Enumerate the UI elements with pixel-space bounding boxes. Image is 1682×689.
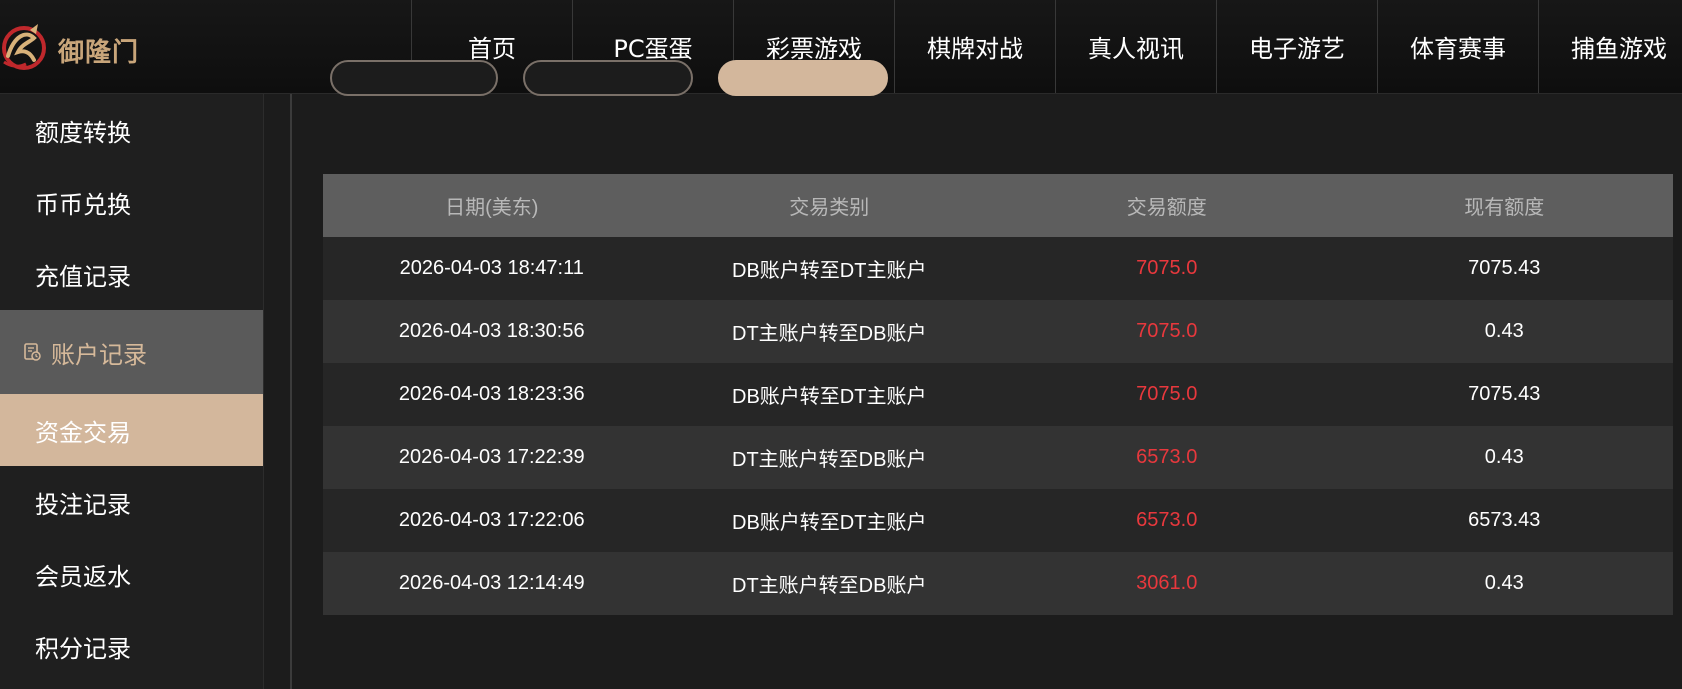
brand-name: 御隆门	[58, 38, 140, 68]
table-row: 2026-04-03 17:22:39 DT主账户转至DB账户 6573.0 0…	[323, 426, 1673, 489]
cell-amount: 3061.0	[1136, 572, 1198, 594]
column-header-date: 日期(美东)	[445, 197, 539, 219]
nav-item-card-games[interactable]: 棋牌对战	[894, 0, 1055, 93]
cell-date: 2026-04-03 18:47:11	[399, 257, 584, 279]
cell-balance: 0.43	[1484, 572, 1524, 594]
sidebar-item-label: 积分记录	[35, 634, 131, 663]
cell-amount: 6573.0	[1136, 446, 1198, 468]
sidebar-item-label: 额度转换	[35, 118, 131, 147]
cell-date: 2026-04-03 17:22:06	[398, 509, 585, 531]
cell-type: DB账户转至DT主账户	[732, 260, 927, 282]
cell-balance: 6573.43	[1468, 509, 1541, 531]
nav-item-sports[interactable]: 体育赛事	[1377, 0, 1538, 93]
cell-type: DT主账户转至DB账户	[732, 449, 927, 471]
filter-pill[interactable]	[523, 60, 693, 96]
record-icon	[24, 343, 41, 361]
sidebar-item-label: 充值记录	[35, 262, 131, 291]
sidebar-item-coin-exchange[interactable]: 币币兑换	[0, 166, 263, 238]
cell-amount: 6573.0	[1136, 509, 1198, 531]
transactions-table: 日期(美东) 交易类别 交易额度 现有额度 2026-04-03 18:47:1…	[323, 174, 1673, 615]
cell-amount: 7075.0	[1136, 320, 1198, 342]
sidebar-group-account-records[interactable]: 账户记录	[0, 310, 263, 394]
cell-type: DB账户转至DT主账户	[732, 386, 927, 408]
nav-item-live-video[interactable]: 真人视讯	[1055, 0, 1216, 93]
cell-amount: 7075.0	[1136, 383, 1198, 405]
cell-balance: 0.43	[1484, 446, 1524, 468]
table-row: 2026-04-03 18:30:56 DT主账户转至DB账户 7075.0 0…	[323, 300, 1673, 363]
sidebar-item-points-records[interactable]: 积分记录	[0, 610, 263, 682]
nav-item-slots[interactable]: 电子游艺	[1216, 0, 1377, 93]
sidebar-item-label: 资金交易	[35, 418, 131, 447]
cell-amount: 7075.0	[1136, 257, 1198, 279]
sidebar-item-label: 币币兑换	[35, 190, 131, 219]
sidebar-item-member-rebate[interactable]: 会员返水	[0, 538, 263, 610]
cell-date: 2026-04-03 18:30:56	[398, 320, 585, 342]
sidebar-item-bet-records[interactable]: 投注记录	[0, 466, 263, 538]
sidebar-group-label: 账户记录	[51, 340, 147, 369]
column-header-balance: 现有额度	[1464, 197, 1545, 219]
filter-pill-selected[interactable]	[718, 60, 888, 96]
cell-type: DT主账户转至DB账户	[732, 323, 927, 345]
cell-date: 2026-04-03 12:14:49	[398, 572, 585, 594]
table-header-row: 日期(美东) 交易类别 交易额度 现有额度	[323, 174, 1673, 237]
filter-pill[interactable]	[330, 60, 498, 96]
column-header-amount: 交易额度	[1126, 197, 1207, 219]
sidebar: 额度转换 币币兑换 充值记录 账户记录 资金交易 投注记录 会员返水 积分记录	[0, 94, 264, 689]
sidebar-item-label: 投注记录	[35, 490, 131, 519]
sidebar-item-quota-transfer[interactable]: 额度转换	[0, 94, 263, 166]
column-header-type: 交易类别	[789, 197, 870, 219]
sidebar-item-fund-transactions[interactable]: 资金交易	[0, 394, 263, 466]
cell-balance: 7075.43	[1468, 257, 1541, 279]
cell-type: DB账户转至DT主账户	[732, 512, 927, 534]
nav-item-fishing[interactable]: 捕鱼游戏	[1538, 0, 1682, 93]
sidebar-item-deposit-records[interactable]: 充值记录	[0, 238, 263, 310]
table-row: 2026-04-03 12:14:49 DT主账户转至DB账户 3061.0 0…	[323, 552, 1673, 615]
cell-date: 2026-04-03 17:22:39	[398, 446, 585, 468]
cell-balance: 7075.43	[1468, 383, 1541, 405]
table-row: 2026-04-03 17:22:06 DB账户转至DT主账户 6573.0 6…	[323, 489, 1673, 552]
cell-balance: 0.43	[1484, 320, 1524, 342]
sidebar-item-label: 会员返水	[35, 562, 131, 591]
content-divider	[290, 94, 292, 689]
dragon-logo-icon	[2, 24, 46, 70]
cell-type: DT主账户转至DB账户	[732, 575, 927, 597]
brand-logo[interactable]: 御隆门	[0, 16, 140, 80]
cell-date: 2026-04-03 18:23:36	[398, 383, 585, 405]
table-row: 2026-04-03 18:47:11 DB账户转至DT主账户 7075.0 7…	[323, 237, 1673, 300]
table-row: 2026-04-03 18:23:36 DB账户转至DT主账户 7075.0 7…	[323, 363, 1673, 426]
